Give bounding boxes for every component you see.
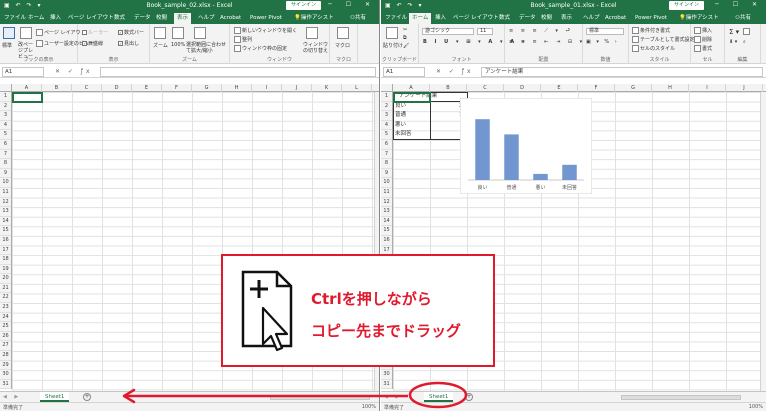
drag-annotation-overlay bbox=[122, 381, 468, 409]
highlight-ellipse bbox=[408, 381, 468, 409]
